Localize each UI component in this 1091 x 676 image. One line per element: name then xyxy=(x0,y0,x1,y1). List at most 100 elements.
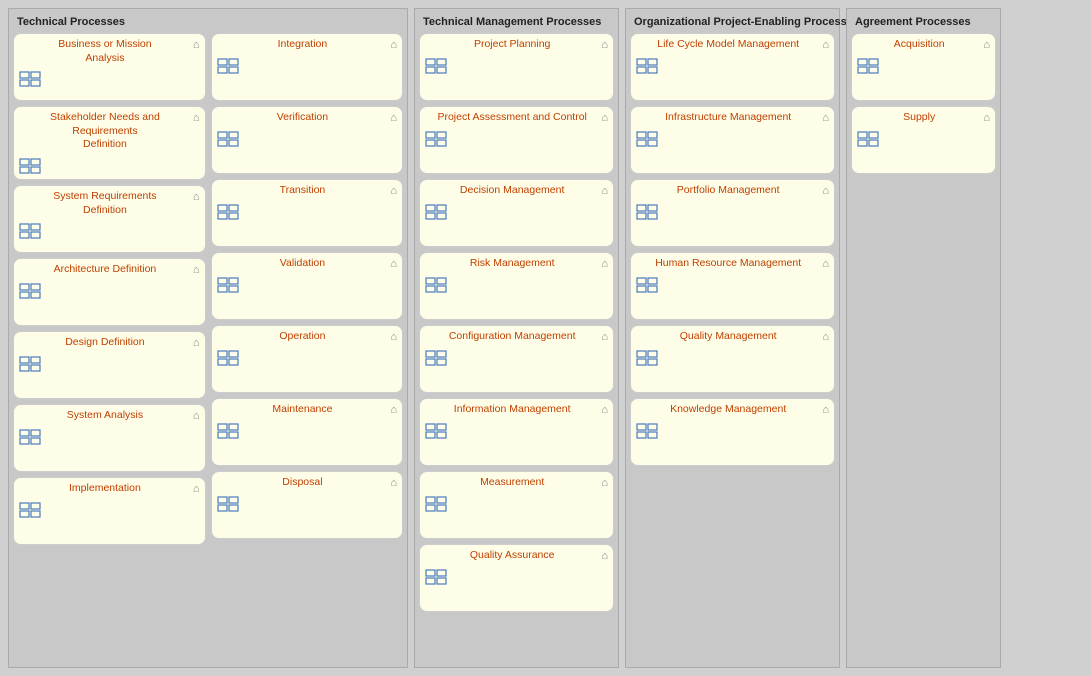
card-business-mission[interactable]: Business or MissionAnalysis ⌂ xyxy=(13,33,206,101)
card-title: System Analysis xyxy=(19,409,193,423)
card-lifecycle-model[interactable]: Life Cycle Model Management ⌂ xyxy=(630,33,835,101)
card-operation[interactable]: Operation ⌂ xyxy=(211,325,404,393)
bookmark-icon: ⌂ xyxy=(193,264,200,276)
grid-icon xyxy=(636,423,658,439)
card-stakeholder-needs[interactable]: Stakeholder Needs andRequirementsDefinit… xyxy=(13,106,206,180)
bookmark-icon: ⌂ xyxy=(822,258,829,270)
main-container: Technical Processes Business or MissionA… xyxy=(8,8,1083,668)
grid-icon xyxy=(425,423,447,439)
card-transition[interactable]: Transition ⌂ xyxy=(211,179,404,247)
bookmark-icon: ⌂ xyxy=(193,483,200,495)
agreement-cards: Acquisition ⌂ Supply ⌂ xyxy=(851,33,996,663)
grid-icon xyxy=(636,350,658,366)
grid-icon xyxy=(217,131,239,147)
card-title: Architecture Definition xyxy=(19,263,193,277)
bookmark-icon: ⌂ xyxy=(193,337,200,349)
card-supply[interactable]: Supply ⌂ xyxy=(851,106,996,174)
card-title: Life Cycle Model Management xyxy=(636,38,822,52)
card-integration[interactable]: Integration ⌂ xyxy=(211,33,404,101)
card-configuration-management[interactable]: Configuration Management ⌂ xyxy=(419,325,614,393)
card-system-requirements[interactable]: System RequirementsDefinition ⌂ xyxy=(13,185,206,253)
grid-icon xyxy=(425,58,447,74)
card-design-definition[interactable]: Design Definition ⌂ xyxy=(13,331,206,399)
card-title: Stakeholder Needs andRequirementsDefinit… xyxy=(19,111,193,152)
bookmark-icon: ⌂ xyxy=(390,477,397,489)
grid-icon xyxy=(19,223,41,239)
card-title: Integration xyxy=(217,38,391,52)
card-knowledge-management[interactable]: Knowledge Management ⌂ xyxy=(630,398,835,466)
column-technical: Technical Processes Business or MissionA… xyxy=(8,8,408,668)
card-title: Human Resource Management xyxy=(636,257,822,271)
card-quality-assurance[interactable]: Quality Assurance ⌂ xyxy=(419,544,614,612)
bookmark-icon: ⌂ xyxy=(601,331,608,343)
bookmark-icon: ⌂ xyxy=(390,39,397,51)
technical-left-col: Business or MissionAnalysis ⌂ xyxy=(13,33,206,663)
grid-icon xyxy=(217,496,239,512)
bookmark-icon: ⌂ xyxy=(193,112,200,124)
org-cards: Life Cycle Model Management ⌂ Infrastruc… xyxy=(630,33,835,663)
bookmark-icon: ⌂ xyxy=(601,404,608,416)
card-title: Implementation xyxy=(19,482,193,496)
card-title: Business or MissionAnalysis xyxy=(19,38,193,65)
grid-icon xyxy=(636,58,658,74)
grid-icon xyxy=(857,58,879,74)
bookmark-icon: ⌂ xyxy=(601,550,608,562)
card-human-resource-management[interactable]: Human Resource Management ⌂ xyxy=(630,252,835,320)
card-quality-management[interactable]: Quality Management ⌂ xyxy=(630,325,835,393)
grid-icon xyxy=(19,283,41,299)
card-information-management[interactable]: Information Management ⌂ xyxy=(419,398,614,466)
card-title: Knowledge Management xyxy=(636,403,822,417)
card-disposal[interactable]: Disposal ⌂ xyxy=(211,471,404,539)
card-title: Information Management xyxy=(425,403,601,417)
grid-icon xyxy=(19,71,41,87)
grid-icon xyxy=(217,423,239,439)
column-agreement: Agreement Processes Acquisition ⌂ xyxy=(846,8,1001,668)
bookmark-icon: ⌂ xyxy=(390,404,397,416)
card-title: Project Planning xyxy=(425,38,601,52)
bookmark-icon: ⌂ xyxy=(193,39,200,51)
column-org: Organizational Project-Enabling Processe… xyxy=(625,8,840,668)
tech-management-cards: Project Planning ⌂ Project Assessment an… xyxy=(419,33,614,663)
card-implementation[interactable]: Implementation ⌂ xyxy=(13,477,206,545)
card-measurement[interactable]: Measurement ⌂ xyxy=(419,471,614,539)
card-architecture-definition[interactable]: Architecture Definition ⌂ xyxy=(13,258,206,326)
card-title: Verification xyxy=(217,111,391,125)
grid-icon xyxy=(217,204,239,220)
card-acquisition[interactable]: Acquisition ⌂ xyxy=(851,33,996,101)
bookmark-icon: ⌂ xyxy=(390,185,397,197)
card-title: Disposal xyxy=(217,476,391,490)
bookmark-icon: ⌂ xyxy=(983,39,990,51)
card-project-planning[interactable]: Project Planning ⌂ xyxy=(419,33,614,101)
bookmark-icon: ⌂ xyxy=(601,39,608,51)
card-verification[interactable]: Verification ⌂ xyxy=(211,106,404,174)
card-project-assessment[interactable]: Project Assessment and Control ⌂ xyxy=(419,106,614,174)
card-title: Acquisition xyxy=(857,38,983,52)
bookmark-icon: ⌂ xyxy=(822,112,829,124)
card-infrastructure-management[interactable]: Infrastructure Management ⌂ xyxy=(630,106,835,174)
card-title: Portfolio Management xyxy=(636,184,822,198)
card-decision-management[interactable]: Decision Management ⌂ xyxy=(419,179,614,247)
grid-icon xyxy=(425,277,447,293)
card-title: Operation xyxy=(217,330,391,344)
grid-icon xyxy=(217,277,239,293)
bookmark-icon: ⌂ xyxy=(601,258,608,270)
grid-icon xyxy=(425,350,447,366)
bookmark-icon: ⌂ xyxy=(390,258,397,270)
card-maintenance[interactable]: Maintenance ⌂ xyxy=(211,398,404,466)
card-title: Project Assessment and Control xyxy=(425,111,601,125)
technical-right-col: Integration ⌂ Verification xyxy=(211,33,404,663)
grid-icon xyxy=(636,204,658,220)
bookmark-icon: ⌂ xyxy=(983,112,990,124)
card-risk-management[interactable]: Risk Management ⌂ xyxy=(419,252,614,320)
card-validation[interactable]: Validation ⌂ xyxy=(211,252,404,320)
bookmark-icon: ⌂ xyxy=(601,185,608,197)
grid-icon xyxy=(425,131,447,147)
card-system-analysis[interactable]: System Analysis ⌂ xyxy=(13,404,206,472)
bookmark-icon: ⌂ xyxy=(601,477,608,489)
card-title: Infrastructure Management xyxy=(636,111,822,125)
grid-icon xyxy=(19,158,41,174)
grid-icon xyxy=(217,350,239,366)
card-portfolio-management[interactable]: Portfolio Management ⌂ xyxy=(630,179,835,247)
card-title: Maintenance xyxy=(217,403,391,417)
card-title: Configuration Management xyxy=(425,330,601,344)
